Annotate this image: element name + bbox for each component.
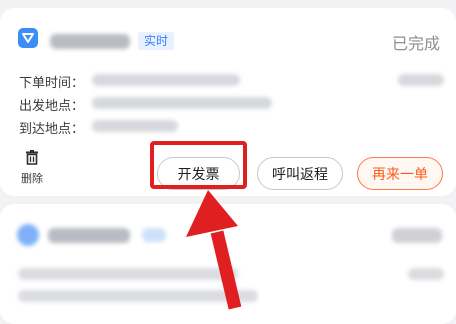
red-arrow-icon <box>186 190 242 310</box>
